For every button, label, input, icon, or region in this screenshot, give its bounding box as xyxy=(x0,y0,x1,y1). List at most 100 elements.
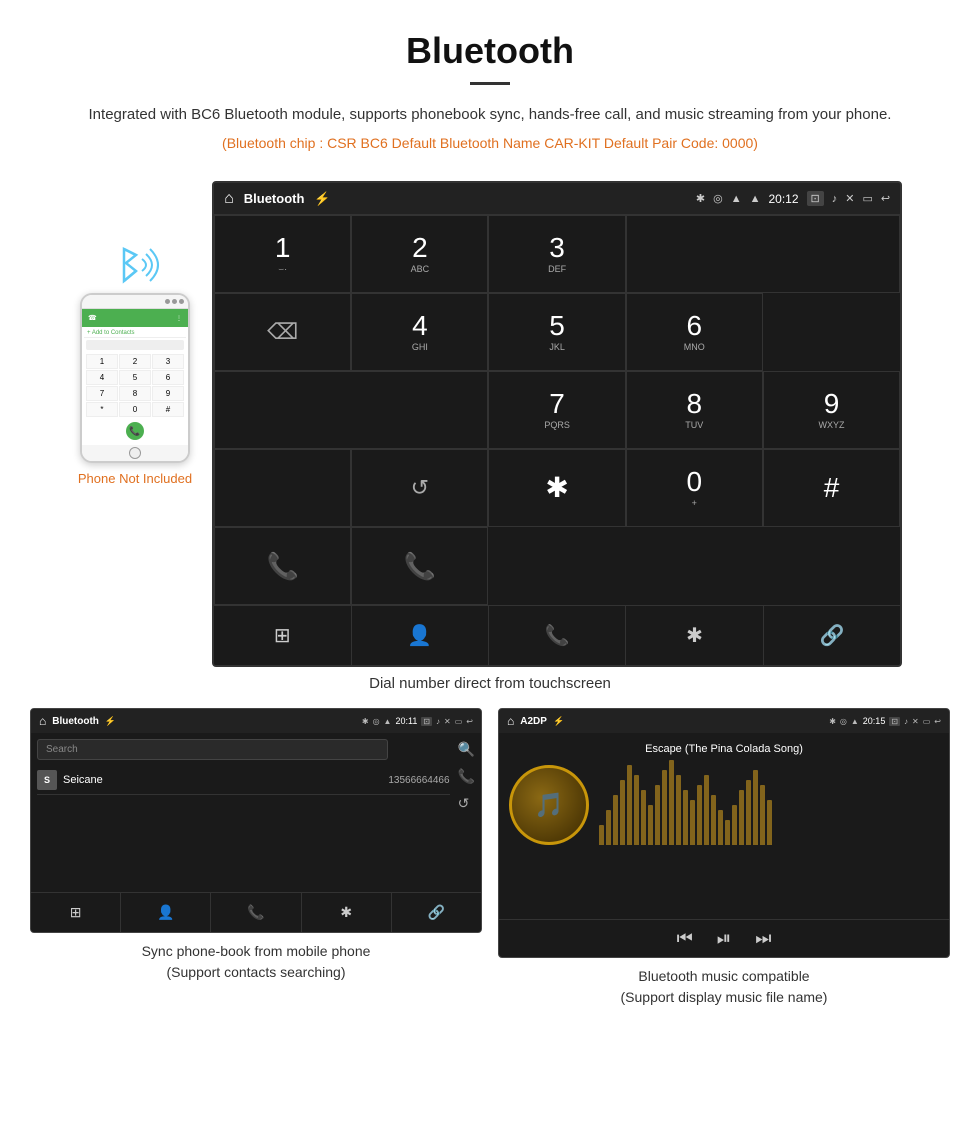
dial-key-3[interactable]: 3 DEF xyxy=(488,215,625,293)
phonebook-nav-bt[interactable]: ✱ xyxy=(302,893,392,932)
dial-hangup-red[interactable]: 📞 xyxy=(351,527,488,605)
music-loc-icon: ◎ xyxy=(840,717,847,726)
wifi-icon: ▲ xyxy=(750,193,761,205)
phonebook-sig-icon: ▲ xyxy=(384,717,392,726)
music-vol-icon[interactable]: ♪ xyxy=(904,717,908,726)
phonebook-nav-contacts[interactable]: 👤 xyxy=(121,893,211,932)
phone-mockup: ☎ ⋮ + Add to Contacts 1 2 3 4 5 6 7 8 9 … xyxy=(80,293,190,463)
dial-key-4[interactable]: 4 GHI xyxy=(351,293,488,371)
prev-track-button[interactable]: ⏮ xyxy=(677,928,693,949)
phonebook-search-bar[interactable]: Search xyxy=(37,739,388,760)
music-caption-line1: Bluetooth music compatible xyxy=(638,968,809,984)
phone-key-star: * xyxy=(86,402,118,417)
viz-bar xyxy=(648,805,653,845)
nav-dialpad[interactable]: ⊞ xyxy=(214,606,351,665)
music-statusbar-right: ✱ ◎ ▲ 20:15 ⊡ ♪ ✕ ▭ ↩ xyxy=(829,716,941,726)
viz-bar xyxy=(753,770,758,845)
dial-key-3-sub: DEF xyxy=(548,264,566,274)
phonebook-caption-line1: Sync phone-book from mobile phone xyxy=(142,943,371,959)
viz-bar xyxy=(683,790,688,845)
rect-icon[interactable]: ▭ xyxy=(862,192,872,205)
dial-call-green[interactable]: 📞 xyxy=(214,527,351,605)
phone-more-icon: ⋮ xyxy=(176,315,182,322)
phonebook-screen: ⌂ Bluetooth ⚡ ✱ ◎ ▲ 20:11 ⊡ ♪ ✕ ▭ ↩ xyxy=(30,708,482,933)
phonebook-statusbar-right: ✱ ◎ ▲ 20:11 ⊡ ♪ ✕ ▭ ↩ xyxy=(362,716,473,726)
phonebook-nav-dialpad[interactable]: ⊞ xyxy=(31,893,121,932)
dial-key-0-main: 0 xyxy=(687,468,703,496)
viz-bar xyxy=(739,790,744,845)
music-rect-icon[interactable]: ▭ xyxy=(923,717,931,726)
dialpad-grid: 1 ⌣· 2 ABC 3 DEF ⌫ 4 GHI xyxy=(214,215,900,605)
phonebook-home-icon[interactable]: ⌂ xyxy=(39,714,46,728)
sync-icon[interactable]: ↺ xyxy=(458,795,475,812)
contact-name: Seicane xyxy=(63,774,388,786)
dial-key-6[interactable]: 6 MNO xyxy=(626,293,763,371)
dial-display-row2 xyxy=(214,371,488,449)
dial-key-7[interactable]: 7 PQRS xyxy=(488,371,625,449)
music-home-icon[interactable]: ⌂ xyxy=(507,714,514,728)
phonebook-loc-icon: ◎ xyxy=(373,717,380,726)
phonebook-vol-icon[interactable]: ♪ xyxy=(436,717,440,726)
phone-bottom-bar xyxy=(82,445,188,461)
search-icon[interactable]: 🔍 xyxy=(458,741,475,758)
nav-recent-calls[interactable]: 📞 xyxy=(489,606,626,665)
phone-key-9: 9 xyxy=(152,386,184,401)
contact-row-seicane[interactable]: S Seicane 13566664466 xyxy=(37,766,450,795)
next-track-button[interactable]: ⏭ xyxy=(755,928,771,949)
phonebook-rect-icon[interactable]: ▭ xyxy=(455,717,463,726)
dial-refresh[interactable]: ↺ xyxy=(351,449,488,527)
camera-icon: ⊡ xyxy=(807,191,824,206)
dial-key-2[interactable]: 2 ABC xyxy=(351,215,488,293)
phone-mockup-container: ☎ ⋮ + Add to Contacts 1 2 3 4 5 6 7 8 9 … xyxy=(78,241,192,667)
dial-key-8-main: 8 xyxy=(687,390,703,418)
dial-key-1[interactable]: 1 ⌣· xyxy=(214,215,351,293)
phonebook-nav-calls[interactable]: 📞 xyxy=(211,893,301,932)
music-song-title: Escape (The Pina Colada Song) xyxy=(645,743,803,755)
close-icon[interactable]: ✕ xyxy=(845,192,854,205)
statusbar-right: ✱ ◎ ▲ ▲ 20:12 ⊡ ♪ ✕ ▭ ↩ xyxy=(696,191,890,206)
music-time: 20:15 xyxy=(863,716,886,726)
dial-key-0[interactable]: 0 + xyxy=(626,449,763,527)
backspace-icon: ⌫ xyxy=(267,319,298,345)
back-icon[interactable]: ↩ xyxy=(881,192,890,205)
page-title: Bluetooth xyxy=(60,30,920,72)
nav-contacts[interactable]: 👤 xyxy=(352,606,489,665)
dial-key-hash-main: # xyxy=(824,474,840,502)
phonebook-back-icon[interactable]: ↩ xyxy=(466,717,473,726)
dial-backspace[interactable]: ⌫ xyxy=(214,293,351,371)
music-back-icon[interactable]: ↩ xyxy=(934,717,941,726)
dial-key-9-sub: WXYZ xyxy=(818,420,844,430)
contact-number: 13566664466 xyxy=(388,775,449,786)
call-icon[interactable]: 📞 xyxy=(458,768,475,785)
dial-key-9[interactable]: 9 WXYZ xyxy=(763,371,900,449)
phone-key-4: 4 xyxy=(86,370,118,385)
home-icon[interactable]: ⌂ xyxy=(224,190,234,208)
phonebook-close-icon[interactable]: ✕ xyxy=(444,717,451,726)
viz-bar xyxy=(690,800,695,845)
dial-key-4-sub: GHI xyxy=(412,342,428,352)
music-center-area: 🎵 xyxy=(509,765,939,845)
music-caption: Bluetooth music compatible (Support disp… xyxy=(621,966,828,1008)
music-visualizer xyxy=(599,765,939,845)
nav-link[interactable]: 🔗 xyxy=(764,606,900,665)
dial-empty-r3-4 xyxy=(214,449,351,527)
viz-bar xyxy=(620,780,625,845)
viz-bar xyxy=(746,780,751,845)
car-statusbar: ⌂ Bluetooth ⚡ ✱ ◎ ▲ ▲ 20:12 ⊡ ♪ ✕ ▭ ↩ xyxy=(214,183,900,215)
nav-bluetooth[interactable]: ✱ xyxy=(626,606,763,665)
music-screen-title: A2DP xyxy=(520,716,547,727)
dial-key-hash[interactable]: # xyxy=(763,449,900,527)
phonebook-search-area: Search S Seicane 13566664466 🔍 📞 ↺ xyxy=(31,733,481,812)
phonebook-nav-link[interactable]: 🔗 xyxy=(392,893,481,932)
phone-top-bar xyxy=(82,295,188,309)
music-controls: ⏮ ⏯ ⏭ xyxy=(499,919,949,957)
volume-icon[interactable]: ♪ xyxy=(832,193,838,205)
dial-key-8[interactable]: 8 TUV xyxy=(626,371,763,449)
music-content: Escape (The Pina Colada Song) 🎵 xyxy=(499,733,949,913)
dial-key-5[interactable]: 5 JKL xyxy=(488,293,625,371)
music-close-icon[interactable]: ✕ xyxy=(912,717,919,726)
dial-key-7-sub: PQRS xyxy=(544,420,570,430)
viz-bar xyxy=(767,800,772,845)
play-pause-button[interactable]: ⏯ xyxy=(717,928,731,949)
dial-key-star[interactable]: ✱ xyxy=(488,449,625,527)
